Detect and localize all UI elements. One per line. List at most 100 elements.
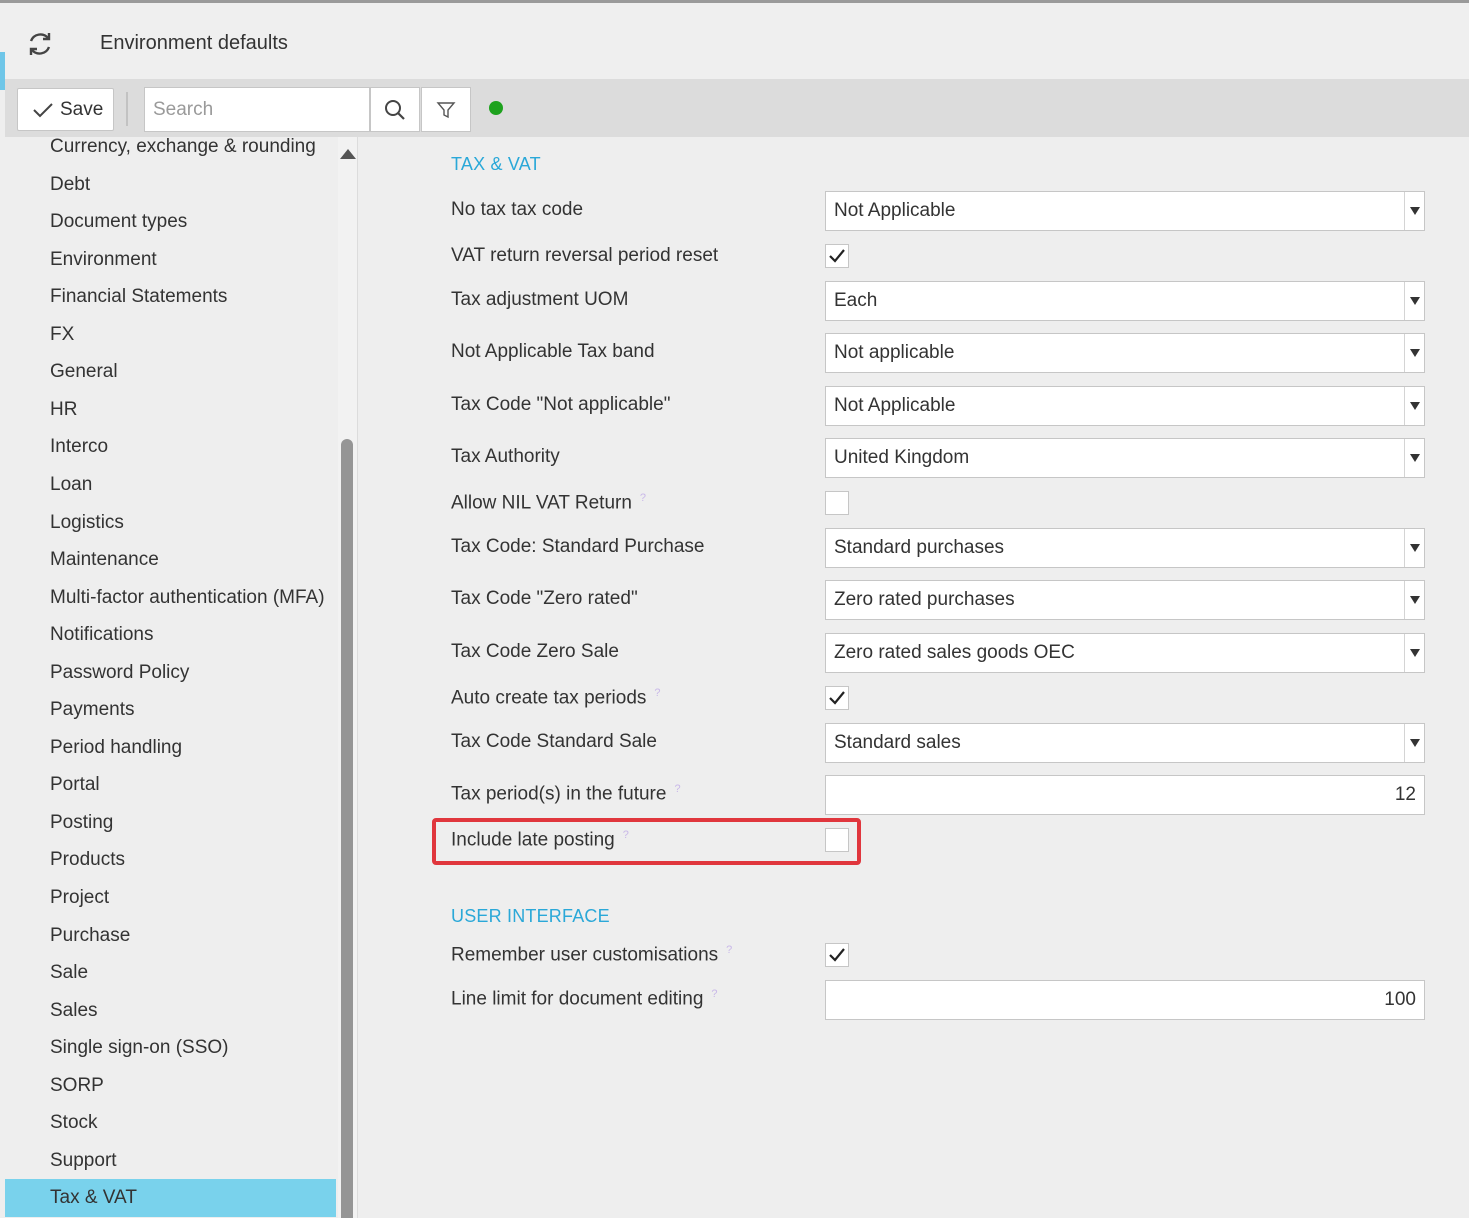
tax-adjustment-uom-label: Tax adjustment UOM (451, 289, 628, 311)
sidebar-item-notifications[interactable]: Notifications (5, 616, 336, 654)
sidebar-item-multi-factor-authentication-mfa[interactable]: Multi-factor authentication (MFA) (5, 579, 336, 617)
chevron-down-icon[interactable] (1404, 724, 1424, 762)
sidebar-item-fx[interactable]: FX (5, 316, 336, 354)
save-button[interactable]: Save (17, 88, 114, 131)
no-tax-tax-code-label: No tax tax code (451, 199, 583, 221)
auto-create-tax-periods-label-text: Auto create tax periods (451, 687, 647, 709)
window-title: Environment defaults (100, 32, 288, 54)
include-late-posting-checkbox[interactable] (825, 828, 849, 852)
sidebar-item-general[interactable]: General (5, 353, 336, 391)
tax-code-standard-sale-dropdown[interactable]: Standard sales (825, 723, 1425, 763)
tax-code-zero-sale-dropdown[interactable]: Zero rated sales goods OEC (825, 633, 1425, 673)
sidebar-item-interco[interactable]: Interco (5, 428, 336, 466)
save-button-label: Save (60, 98, 104, 120)
not-applicable-tax-band-label-text: Not Applicable Tax band (451, 341, 655, 362)
tax-code-not-applicable-dropdown[interactable]: Not Applicable (825, 386, 1425, 426)
tax-authority-label-text: Tax Authority (451, 446, 560, 467)
sidebar-item-sorp[interactable]: SORP (5, 1067, 336, 1105)
allow-nil-vat-return-checkbox[interactable] (825, 491, 849, 515)
vat-return-reversal-period-reset-checkbox[interactable] (825, 244, 849, 268)
sidebar-item-tax-vat[interactable]: Tax & VAT (5, 1179, 336, 1217)
include-late-posting-label: Include late posting? (451, 829, 629, 851)
allow-nil-vat-return-label: Allow NIL VAT Return? (451, 492, 646, 514)
sidebar-item-stock[interactable]: Stock (5, 1104, 336, 1142)
tax-code-zero-rated-label: Tax Code "Zero rated" (451, 588, 638, 610)
sidebar-item-financial-statements[interactable]: Financial Statements (5, 278, 336, 316)
tax-code-standard-purchase-label: Tax Code: Standard Purchase (451, 536, 705, 558)
sidebar-scrollbar[interactable] (338, 137, 358, 1218)
checkmark-icon (829, 249, 845, 263)
chevron-down-icon[interactable] (1404, 282, 1424, 320)
filter-icon (436, 101, 456, 118)
line-limit-for-document-editing-label-text: Line limit for document editing (451, 988, 704, 1010)
scroll-up-arrow-icon[interactable] (340, 149, 356, 159)
sidebar-item-period-handling[interactable]: Period handling (5, 729, 336, 767)
tax-code-standard-sale-label-text: Tax Code Standard Sale (451, 731, 657, 752)
scroll-thumb[interactable] (341, 439, 353, 1218)
status-indicator (489, 101, 503, 115)
sidebar-item-products[interactable]: Products (5, 841, 336, 879)
sidebar-item-password-policy[interactable]: Password Policy (5, 654, 336, 692)
sidebar-item-document-types[interactable]: Document types (5, 203, 336, 241)
auto-create-tax-periods-checkbox[interactable] (825, 686, 849, 710)
sidebar-item-posting[interactable]: Posting (5, 804, 336, 842)
help-icon[interactable]: ? (711, 988, 717, 1000)
help-icon[interactable]: ? (623, 829, 629, 841)
sidebar-item-logistics[interactable]: Logistics (5, 504, 336, 542)
not-applicable-tax-band-dropdown[interactable]: Not applicable (825, 333, 1425, 373)
tax-period-s-in-the-future-label: Tax period(s) in the future? (451, 783, 681, 805)
chevron-down-icon[interactable] (1404, 581, 1424, 619)
chevron-down-icon[interactable] (1404, 439, 1424, 477)
help-icon[interactable]: ? (726, 944, 732, 956)
help-icon[interactable]: ? (654, 687, 660, 699)
chevron-down-icon[interactable] (1404, 334, 1424, 372)
checkmark-icon (829, 948, 845, 962)
tax-authority-value: United Kingdom (834, 447, 970, 468)
sidebar-item-currency-exchange-rounding[interactable]: Currency, exchange & rounding (5, 137, 336, 166)
vat-return-reversal-period-reset-label: VAT return reversal period reset (451, 245, 718, 267)
sidebar-item-environment[interactable]: Environment (5, 241, 336, 279)
search-input[interactable] (144, 87, 370, 132)
sidebar-nav: Currency, exchange & rounding Debt Documen… (5, 137, 338, 1218)
not-applicable-tax-band-label: Not Applicable Tax band (451, 341, 655, 363)
tax-authority-dropdown[interactable]: United Kingdom (825, 438, 1425, 478)
sidebar-item-loan[interactable]: Loan (5, 466, 336, 504)
remember-user-customisations-label-text: Remember user customisations (451, 944, 719, 966)
chevron-down-icon[interactable] (1404, 529, 1424, 567)
refresh-icon[interactable] (26, 30, 54, 58)
help-icon[interactable]: ? (674, 783, 680, 795)
tax-period-s-in-the-future-input[interactable]: 12 (825, 775, 1425, 815)
tax-adjustment-uom-label-text: Tax adjustment UOM (451, 289, 629, 310)
sidebar-item-hr[interactable]: HR (5, 391, 336, 429)
tax-code-standard-sale-value: Standard sales (834, 732, 961, 753)
chevron-down-icon[interactable] (1404, 634, 1424, 672)
sidebar-item-project[interactable]: Project (5, 879, 336, 917)
search-icon (385, 99, 405, 120)
chevron-down-icon[interactable] (1404, 192, 1424, 230)
sidebar-item-sales[interactable]: Sales (5, 992, 336, 1030)
sidebar-item-payments[interactable]: Payments (5, 691, 336, 729)
tax-code-standard-purchase-dropdown[interactable]: Standard purchases (825, 528, 1425, 568)
sidebar-item-maintenance[interactable]: Maintenance (5, 541, 336, 579)
line-limit-for-document-editing-input[interactable]: 100 (825, 980, 1425, 1020)
sidebar-item-single-sign-on-sso[interactable]: Single sign-on (SSO) (5, 1029, 336, 1067)
tax-code-zero-rated-dropdown[interactable]: Zero rated purchases (825, 580, 1425, 620)
toolbar: Save (5, 80, 1469, 137)
remember-user-customisations-checkbox[interactable] (825, 943, 849, 967)
tax-code-standard-sale-label: Tax Code Standard Sale (451, 731, 657, 753)
tax-adjustment-uom-value: Each (834, 290, 878, 311)
tax-adjustment-uom-dropdown[interactable]: Each (825, 281, 1425, 321)
sidebar-item-sale[interactable]: Sale (5, 954, 336, 992)
sidebar-item-debt[interactable]: Debt (5, 166, 336, 204)
sidebar-item-portal[interactable]: Portal (5, 766, 336, 804)
tax-code-zero-sale-value: Zero rated sales goods OEC (834, 642, 1075, 663)
chevron-down-icon[interactable] (1404, 387, 1424, 425)
tax-code-zero-rated-value: Zero rated purchases (834, 589, 1015, 610)
sidebar-item-support[interactable]: Support (5, 1142, 336, 1180)
help-icon[interactable]: ? (640, 492, 646, 504)
search-button[interactable] (370, 87, 420, 132)
filter-button[interactable] (421, 87, 471, 132)
no-tax-tax-code-value: Not Applicable (834, 200, 956, 221)
sidebar-item-purchase[interactable]: Purchase (5, 917, 336, 955)
no-tax-tax-code-dropdown[interactable]: Not Applicable (825, 191, 1425, 231)
